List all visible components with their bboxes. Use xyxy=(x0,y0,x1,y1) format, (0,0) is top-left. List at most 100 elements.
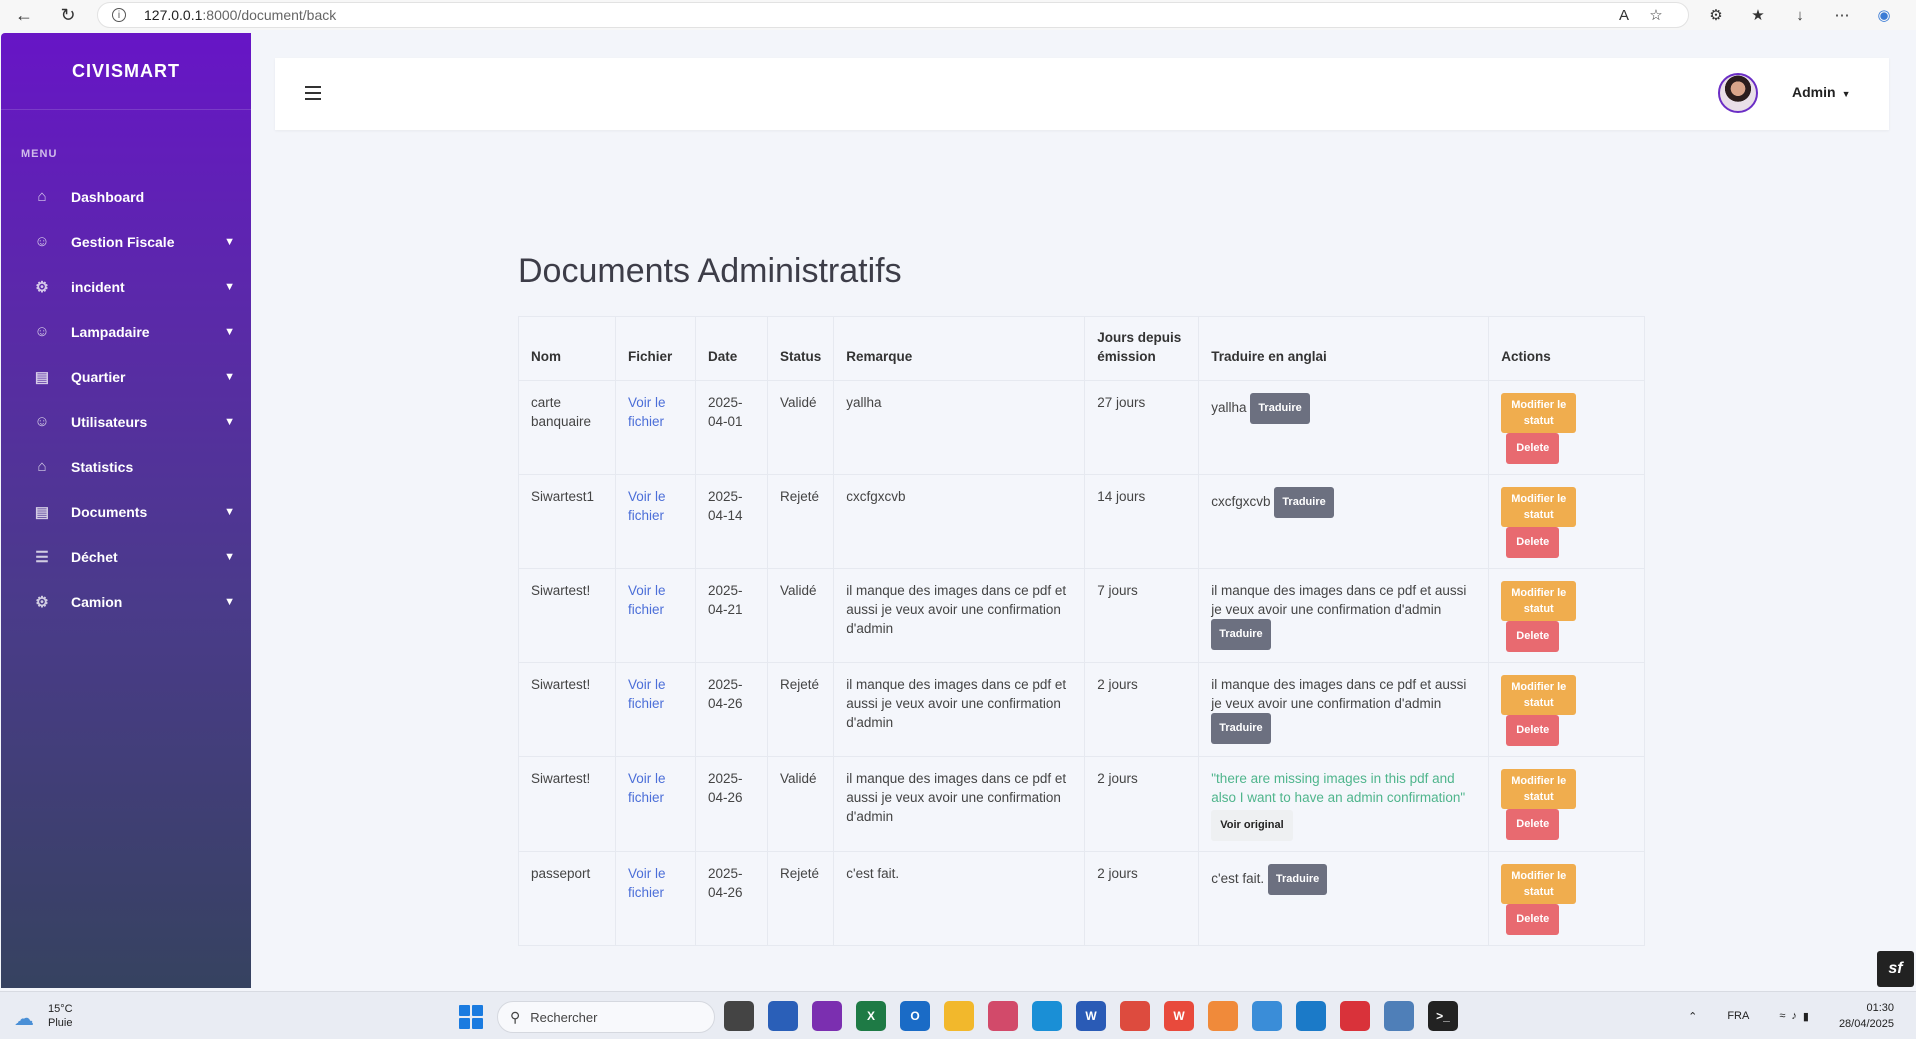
translate-button[interactable]: Traduire xyxy=(1211,619,1271,650)
translate-button[interactable]: Traduire xyxy=(1267,864,1328,895)
view-file-link[interactable]: Voir le fichier xyxy=(628,677,666,711)
sidebar-item-d-chet[interactable]: ☰ Déchet ▼ xyxy=(1,534,251,579)
vscode-icon[interactable] xyxy=(1296,1001,1326,1031)
sidebar-item-label: Gestion Fiscale xyxy=(71,233,175,250)
days-since-issue: 2 jours xyxy=(1084,851,1200,946)
sidebar-item-label: Documents xyxy=(71,503,148,520)
sidebar-item-lampadaire[interactable]: ☺ Lampadaire ▼ xyxy=(1,309,251,354)
modify-status-button[interactable]: Modifier le statut xyxy=(1501,487,1577,527)
view-original-button[interactable]: Voir original xyxy=(1211,810,1293,841)
doc-name: Siwartest! xyxy=(518,568,616,663)
sidebar-item-incident[interactable]: ⚙ incident ▼ xyxy=(1,264,251,309)
chevron-down-icon: ▼ xyxy=(224,505,235,518)
sidebar-item-label: Statistics xyxy=(71,458,134,475)
chevron-up-icon[interactable]: ⌃ xyxy=(1688,1010,1697,1023)
wifi-icon[interactable]: ≈ xyxy=(1779,1010,1785,1022)
delete-button[interactable]: Delete xyxy=(1506,904,1560,935)
excel-icon[interactable]: X xyxy=(856,1001,886,1031)
sidebar-item-camion[interactable]: ⚙ Camion ▼ xyxy=(1,579,251,624)
word-icon[interactable]: W xyxy=(1076,1001,1106,1031)
file-explorer-icon[interactable] xyxy=(944,1001,974,1031)
copilot-icon[interactable]: ◉ xyxy=(1872,3,1896,27)
downloads-icon[interactable]: ↓ xyxy=(1788,3,1812,27)
notepad-icon[interactable] xyxy=(1252,1001,1282,1031)
battery-icon[interactable]: ▮ xyxy=(1803,1010,1809,1023)
chevron-down-icon: ▼ xyxy=(1841,89,1851,99)
address-bar[interactable]: i 127.0.0.1:8000/document/back xyxy=(97,2,1689,28)
sidebar-item-gestion-fiscale[interactable]: ☺ Gestion Fiscale ▼ xyxy=(1,219,251,264)
view-file-link[interactable]: Voir le fichier xyxy=(628,489,666,523)
sidebar-item-utilisateurs[interactable]: ☺ Utilisateurs ▼ xyxy=(1,399,251,444)
clock[interactable]: 01:30 28/04/2025 xyxy=(1839,1000,1894,1032)
translate-button[interactable]: Traduire xyxy=(1211,713,1271,744)
sidebar-item-label: Utilisateurs xyxy=(71,413,148,430)
modify-status-button[interactable]: Modifier le statut xyxy=(1501,769,1577,809)
store-icon[interactable] xyxy=(768,1001,798,1031)
table-row: Siwartest1 Voir le fichier 2025-04-14 Rejet… xyxy=(518,474,1645,569)
sidebar-item-dashboard[interactable]: ⌂ Dashboard xyxy=(1,174,251,219)
modify-status-button[interactable]: Modifier le statut xyxy=(1501,675,1577,715)
reload-icon[interactable]: ↻ xyxy=(58,5,78,25)
taskbar-search[interactable]: ⚲ Rechercher xyxy=(497,1001,715,1033)
column-header: Nom xyxy=(518,316,616,381)
task-view-icon[interactable] xyxy=(724,1001,754,1031)
sidebar: CIVISMART MENU ⌂ Dashboard ☺ Gestion Fiscal… xyxy=(1,33,251,988)
modify-status-button[interactable]: Modifier le statut xyxy=(1501,393,1577,433)
translate-button[interactable]: Traduire xyxy=(1250,393,1310,424)
view-file-link[interactable]: Voir le fichier xyxy=(628,395,666,429)
wps-office-icon[interactable]: W xyxy=(1164,1001,1194,1031)
translated-text: "there are missing images in this pdf an… xyxy=(1211,771,1466,805)
translation-cell: "there are missing images in this pdf an… xyxy=(1198,756,1490,852)
view-file-link[interactable]: Voir le fichier xyxy=(628,583,666,617)
avatar[interactable] xyxy=(1718,73,1758,113)
edge-icon[interactable] xyxy=(1032,1001,1062,1031)
modify-status-button[interactable]: Modifier le statut xyxy=(1501,581,1577,621)
sidebar-item-statistics[interactable]: ⌂ Statistics xyxy=(1,444,251,489)
symfony-toolbar-icon[interactable]: sf xyxy=(1877,951,1914,987)
delete-button[interactable]: Delete xyxy=(1506,715,1560,746)
translate-button[interactable]: Traduire xyxy=(1274,487,1334,518)
translation-text: c'est fait. xyxy=(1211,871,1265,887)
delete-button[interactable]: Delete xyxy=(1506,809,1560,840)
more-options-icon[interactable]: ⋯ xyxy=(1830,3,1854,27)
delete-button[interactable]: Delete xyxy=(1506,621,1560,652)
sidebar-menu: ⌂ Dashboard ☺ Gestion Fiscale ▼ ⚙ incident ▼ ☺ La… xyxy=(1,174,251,624)
actions-cell: Modifier le statutDelete xyxy=(1488,380,1645,475)
view-file-link[interactable]: Voir le fichier xyxy=(628,866,666,900)
browser-toolbar: ← ↻ i 127.0.0.1:8000/document/back A ☆ ⚙… xyxy=(0,0,1916,30)
doc-remark: il manque des images dans ce pdf et auss… xyxy=(833,568,1086,663)
column-header: Date xyxy=(695,316,768,381)
weather-widget[interactable]: ☁ 15°C Pluie xyxy=(14,1002,73,1030)
sidebar-item-documents[interactable]: ▤ Documents ▼ xyxy=(1,489,251,534)
brand-logo[interactable]: CIVISMART xyxy=(1,33,251,110)
favorite-star-icon[interactable]: ☆ xyxy=(1644,3,1668,27)
snipping-tool-icon[interactable] xyxy=(988,1001,1018,1031)
windows-start-icon[interactable] xyxy=(459,1005,483,1029)
language-indicator[interactable]: FRA xyxy=(1727,1010,1749,1022)
chrome-icon[interactable] xyxy=(1120,1001,1150,1031)
back-arrow-icon[interactable]: ← xyxy=(14,5,34,25)
extensions-icon[interactable]: ⚙ xyxy=(1704,3,1728,27)
terminal-icon[interactable]: >_ xyxy=(1428,1001,1458,1031)
dev-app-icon[interactable] xyxy=(1340,1001,1370,1031)
volume-icon[interactable]: ♪ xyxy=(1791,1010,1797,1022)
doc-status: Rejeté xyxy=(766,662,835,757)
column-header: Traduire en anglai xyxy=(1198,316,1490,381)
table-row: Siwartest! Voir le fichier 2025-04-21 Valid… xyxy=(518,568,1645,663)
sidebar-item-quartier[interactable]: ▤ Quartier ▼ xyxy=(1,354,251,399)
read-aloud-icon[interactable]: A xyxy=(1612,3,1636,27)
hamburger-menu-icon[interactable] xyxy=(305,86,321,100)
top-header: Admin ▼ xyxy=(275,58,1889,130)
outlook-icon[interactable]: O xyxy=(900,1001,930,1031)
user-menu[interactable]: Admin ▼ xyxy=(1792,84,1850,100)
favorites-icon[interactable]: ★ xyxy=(1746,3,1770,27)
delete-button[interactable]: Delete xyxy=(1506,527,1560,558)
bracket-app-icon[interactable] xyxy=(1208,1001,1238,1031)
info-icon[interactable]: i xyxy=(112,8,126,22)
view-file-link[interactable]: Voir le fichier xyxy=(628,771,666,805)
delete-button[interactable]: Delete xyxy=(1506,433,1560,464)
modify-status-button[interactable]: Modifier le statut xyxy=(1501,864,1577,904)
chart-app-icon[interactable] xyxy=(1384,1001,1414,1031)
home-icon: ⌂ xyxy=(37,188,47,205)
proton-app-icon[interactable] xyxy=(812,1001,842,1031)
